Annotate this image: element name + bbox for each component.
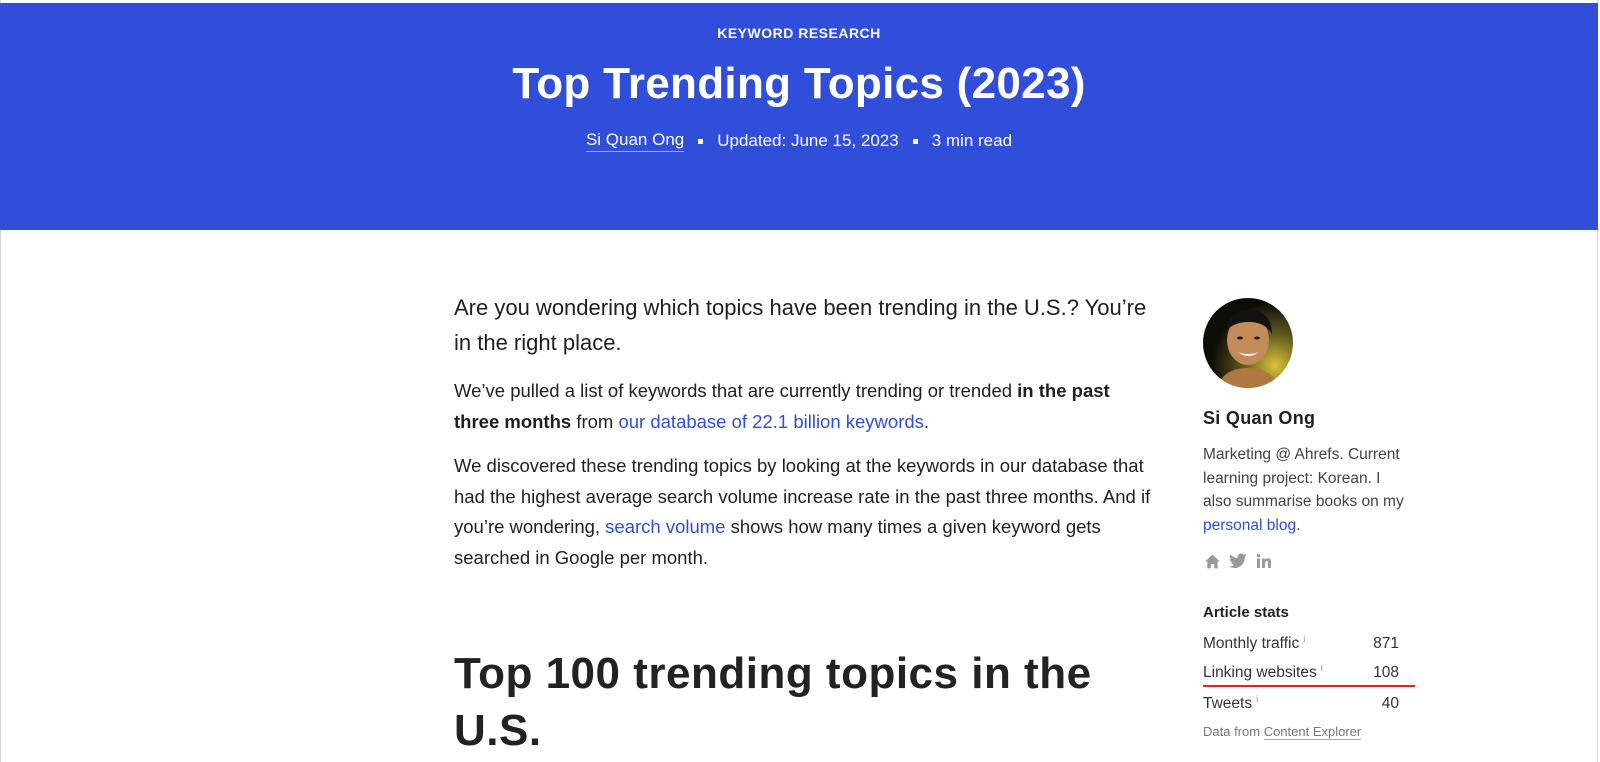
avatar-image [1203, 298, 1293, 388]
stat-value: 40 [1381, 695, 1399, 713]
separator-dot [698, 138, 704, 144]
paragraph-method: We discovered these trending topics by l… [454, 451, 1154, 573]
bio-text: . [1296, 516, 1301, 534]
paragraph-database: We’ve pulled a list of keywords that are… [454, 376, 1154, 437]
article-header: KEYWORD RESEARCH Top Trending Topics (20… [0, 3, 1598, 230]
stat-label-wrap: Tweets i [1203, 687, 1258, 716]
stat-row-tweets: Tweets i 40 [1203, 687, 1399, 716]
info-icon[interactable]: i [1321, 663, 1323, 673]
article-body: Are you wondering which topics have been… [454, 290, 1154, 587]
updated-date: Updated: June 15, 2023 [717, 131, 899, 150]
social-links [1203, 552, 1413, 570]
stat-label: Linking websites [1203, 664, 1317, 682]
avatar[interactable] [1203, 298, 1293, 388]
paragraph-text: from [571, 410, 619, 432]
stat-label: Monthly traffic [1203, 635, 1300, 653]
linkedin-icon[interactable] [1255, 552, 1273, 570]
lead-paragraph: Are you wondering which topics have been… [454, 295, 1147, 355]
paragraph-text: We’ve pulled a list of keywords that are… [454, 380, 1018, 401]
stat-row-monthly-traffic: Monthly traffic i 871 [1203, 627, 1399, 656]
home-icon[interactable] [1203, 552, 1221, 570]
twitter-icon[interactable] [1229, 552, 1247, 570]
author-link[interactable]: Si Quan Ong [585, 130, 685, 152]
stat-row-linking-websites: Linking websites i 108 [1203, 656, 1415, 688]
stat-label-wrap: Monthly traffic i [1203, 627, 1305, 656]
article-meta: Si Quan Ong Updated: June 15, 2023 3 min… [0, 130, 1598, 152]
stats-title: Article stats [1203, 604, 1289, 621]
read-time: 3 min read [931, 131, 1013, 150]
page-title: Top Trending Topics (2023) [512, 59, 1086, 108]
stat-label-wrap: Linking websites i [1203, 656, 1323, 685]
data-source-note: Data from Content Explorer [1203, 724, 1413, 741]
personal-blog-link[interactable]: personal blog [1203, 517, 1296, 534]
stat-value: 871 [1373, 635, 1399, 653]
paragraph-text: . [923, 410, 930, 432]
author-sidebar: Si Quan Ong Marketing @ Ahrefs. Current … [1203, 298, 1415, 741]
content-explorer-link[interactable]: Content Explorer [1263, 724, 1362, 741]
separator-dot [912, 138, 918, 144]
stat-label: Tweets [1203, 695, 1253, 713]
author-bio: Marketing @ Ahrefs. Current learning pro… [1203, 443, 1413, 537]
section-heading: Top 100 trending topics in the U.S. [454, 649, 1092, 755]
info-icon[interactable]: i [1256, 694, 1258, 704]
search-volume-link[interactable]: search volume [605, 516, 725, 537]
data-from-text: Data from [1203, 724, 1264, 740]
author-name: Si Quan Ong [1203, 408, 1316, 428]
stat-value: 108 [1373, 664, 1399, 682]
category-link[interactable]: KEYWORD RESEARCH [0, 25, 1598, 41]
article-stats: Monthly traffic i 871 Linking websites i 1… [1203, 627, 1415, 716]
bio-text: Marketing @ Ahrefs. Current learning pro… [1203, 446, 1404, 510]
database-link[interactable]: our database of 22.1 billion keywords [618, 411, 923, 432]
info-icon[interactable]: i [1303, 634, 1305, 644]
